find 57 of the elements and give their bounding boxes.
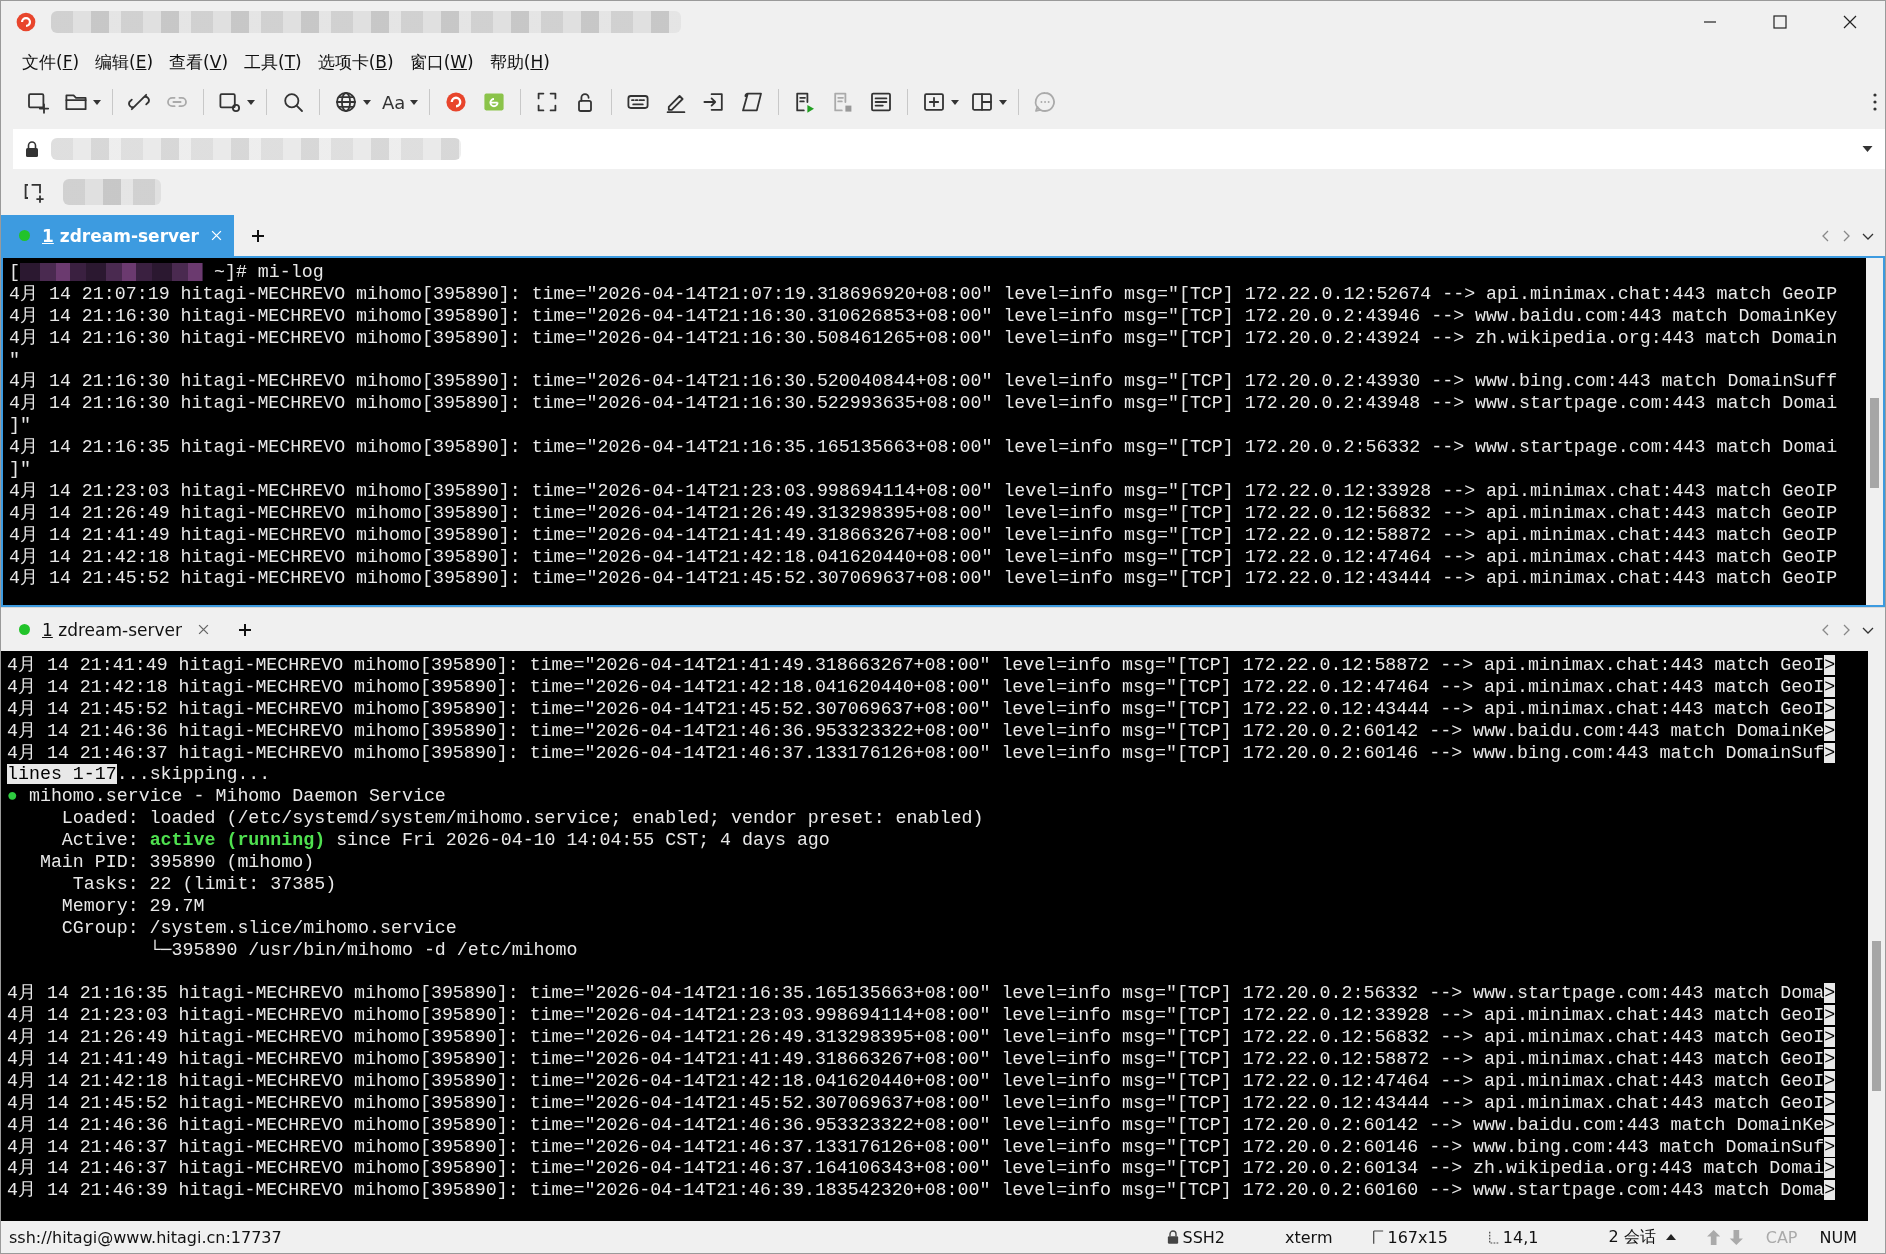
terminal-line: Tasks: 22 (limit: 37385) bbox=[71, 873, 338, 896]
terminal-line: ]" bbox=[9, 459, 32, 481]
key-indicator: NUM bbox=[1819, 1227, 1857, 1247]
terminal-line: 4月 14 21:23:03 hitagi-MECHREVO mihomo[395890]: time="2026-04-14T21:23:03.998694114+08:00" level=info msg="[TCP] 172.22.0.12:33928 --> api.minimax.chat:443 match GeoI> bbox=[7, 1005, 1837, 1028]
terminal-line: 4月 14 21:46:39 hitagi-MECHREVO mihomo[395890]: time="2026-04-14T21:46:39.183542320+08:00" level=info msg="[TCP] 172.20.0.2:60160 --> www.startpage.com:443 match Doma> bbox=[7, 1180, 1837, 1203]
terminal-line: 4月 14 21:46:37 hitagi-MECHREVO mihomo[395890]: time="2026-04-14T21:46:37.133176126+08:00" level=info msg="[TCP] 172.20.0.2:60146 --> www.bing.com:443 match DomainSuf> bbox=[7, 1136, 1837, 1159]
protocol-label: SSH2 bbox=[1182, 1227, 1225, 1247]
menu-item[interactable]: 工具(T) bbox=[237, 47, 309, 77]
terminal-line: 4月 14 21:16:30 hitagi-MECHREVO mihomo[395890]: time="2026-04-14T21:16:30.522993635+08:00" level=info msg="[TCP] 172.20.0.2:43948 --> www.startpage.com:443 match Domai bbox=[9, 393, 1839, 416]
terminal-line: 4月 14 21:26:49 hitagi-MECHREVO mihomo[395890]: time="2026-04-14T21:26:49.313298395+08:00" level=info msg="[TCP] 172.22.0.12:56832 --> api.minimax.chat:443 match GeoI> bbox=[7, 1027, 1837, 1050]
menu-item[interactable]: 文件(F) bbox=[15, 47, 87, 77]
terminal-line: 4月 14 21:41:49 hitagi-MECHREVO mihomo[395890]: time="2026-04-14T21:41:49.318663267+08:00" level=info msg="[TCP] 172.22.0.12:58872 --> api.minimax.chat:443 match GeoI> bbox=[7, 655, 1837, 677]
key-indicator: CAP bbox=[1765, 1227, 1798, 1247]
terminal-line: 4月 14 21:16:30 hitagi-MECHREVO mihomo[395890]: time="2026-04-14T21:16:30.310626853+08:00" level=info msg="[TCP] 172.20.0.2:43946 --> www.baidu.com:443 match DomainKey bbox=[9, 305, 1839, 328]
terminal-line: 4月 14 21:46:37 hitagi-MECHREVO mihomo[395890]: time="2026-04-14T21:46:37.133176126+08:00" level=info msg="[TCP] 172.20.0.2:60146 --> www.bing.com:443 match DomainSuf> bbox=[7, 742, 1837, 765]
menu-item[interactable]: 帮助(H) bbox=[482, 47, 557, 77]
terminal-line: 4月 14 21:45:52 hitagi-MECHREVO mihomo[395890]: time="2026-04-14T21:45:52.307069637+08:00" level=info msg="[TCP] 172.22.0.12:43444 --> api.minimax.chat:443 match GeoI> bbox=[7, 698, 1837, 721]
terminal-line: 4月 14 21:45:52 hitagi-MECHREVO mihomo[395890]: time="2026-04-14T21:45:52.307069637+08:00" level=info msg="[TCP] 172.22.0.12:43444 --> api.minimax.chat:443 match GeoIP bbox=[9, 568, 1839, 591]
menu-item[interactable]: 编辑(E) bbox=[88, 47, 161, 77]
terminal-line: [ ~]# mi-log bbox=[9, 262, 325, 284]
terminal-line: 4月 14 21:46:36 hitagi-MECHREVO mihomo[395890]: time="2026-04-14T21:46:36.953323322+08:00" level=info msg="[TCP] 172.20.0.2:60142 --> www.baidu.com:443 match DomainKe> bbox=[7, 1114, 1837, 1137]
terminal-line: 4月 14 21:46:36 hitagi-MECHREVO mihomo[395890]: time="2026-04-14T21:46:36.953323322+08:00" level=info msg="[TCP] 172.20.0.2:60142 --> www.baidu.com:443 match DomainKe> bbox=[7, 720, 1837, 743]
terminal-line: 4月 14 21:16:35 hitagi-MECHREVO mihomo[395890]: time="2026-04-14T21:16:35.165135663+08:00" level=info msg="[TCP] 172.20.0.2:56332 --> www.startpage.com:443 match Doma> bbox=[7, 983, 1837, 1006]
terminal-line: 4月 14 21:42:18 hitagi-MECHREVO mihomo[395890]: time="2026-04-14T21:42:18.041620440+08:00" level=info msg="[TCP] 172.22.0.12:47464 --> api.minimax.chat:443 match GeoI> bbox=[7, 1070, 1837, 1093]
font-button[interactable]: Aa bbox=[379, 87, 409, 117]
terminal-line: ● mihomo.service - Mihomo Daemon Service bbox=[7, 786, 447, 809]
session-count[interactable]: 2 会话 bbox=[1608, 1226, 1656, 1248]
terminal-line: ]" bbox=[9, 415, 32, 438]
menu-item[interactable]: 查看(V) bbox=[162, 47, 235, 77]
menu-item[interactable]: 选项卡(B) bbox=[310, 47, 401, 77]
session-tab[interactable]: 1 zdream-server bbox=[1, 608, 221, 651]
terminal-line: 4月 14 21:45:52 hitagi-MECHREVO mihomo[395890]: time="2026-04-14T21:45:52.307069637+08:00" level=info msg="[TCP] 172.22.0.12:43444 --> api.minimax.chat:443 match GeoI> bbox=[7, 1092, 1837, 1115]
terminal-line: └─395890 /usr/bin/mihomo -d /etc/mihomo bbox=[148, 939, 579, 962]
terminal-type: xterm bbox=[1285, 1227, 1333, 1247]
terminal-line: 4月 14 21:42:18 hitagi-MECHREVO mihomo[395890]: time="2026-04-14T21:42:18.041620440+08:00" level=info msg="[TCP] 172.22.0.12:47464 --> api.minimax.chat:443 match GeoI> bbox=[7, 676, 1837, 699]
terminal-line: 4月 14 21:46:37 hitagi-MECHREVO mihomo[395890]: time="2026-04-14T21:46:37.164106343+08:00" level=info msg="[TCP] 172.20.0.2:60134 --> zh.wikipedia.org:443 match Domai> bbox=[7, 1158, 1837, 1181]
terminal-line: 4月 14 21:16:30 hitagi-MECHREVO mihomo[395890]: time="2026-04-14T21:16:30.508461265+08:00" level=info msg="[TCP] 172.20.0.2:43924 --> zh.wikipedia.org:443 match Domain bbox=[9, 327, 1839, 350]
connection-address: ssh://hitagi@www.hitagi.cn:17737 bbox=[9, 1227, 282, 1247]
terminal-line: 4月 14 21:41:49 hitagi-MECHREVO mihomo[395890]: time="2026-04-14T21:41:49.318663267+08:00" level=info msg="[TCP] 172.22.0.12:58872 --> api.minimax.chat:443 match GeoIP bbox=[9, 524, 1839, 547]
terminal-line: Loaded: loaded (/etc/systemd/system/mihomo.service; enabled; vendor preset: enabled) bbox=[60, 808, 985, 831]
terminal-line: " bbox=[9, 349, 21, 372]
terminal-line: Main PID: 395890 (mihomo) bbox=[38, 852, 316, 874]
terminal-line: CGroup: /system.slice/mihomo.service bbox=[60, 917, 458, 939]
menu-item[interactable]: 窗口(W) bbox=[402, 47, 481, 77]
terminal-line: Active: active (running) since Fri 2026-04-10 14:04:55 CST; 4 days ago bbox=[60, 830, 831, 852]
terminal-line: 4月 14 21:16:30 hitagi-MECHREVO mihomo[395890]: time="2026-04-14T21:16:30.520040844+08:00" level=info msg="[TCP] 172.20.0.2:43930 --> www.bing.com:443 match DomainSuff bbox=[9, 371, 1839, 394]
terminal-line: 4月 14 21:26:49 hitagi-MECHREVO mihomo[395890]: time="2026-04-14T21:26:49.313298395+08:00" level=info msg="[TCP] 172.22.0.12:56832 --> api.minimax.chat:443 match GeoIP bbox=[9, 502, 1839, 525]
terminal-size: 167x15 bbox=[1387, 1227, 1448, 1247]
terminal-line: 4月 14 21:41:49 hitagi-MECHREVO mihomo[395890]: time="2026-04-14T21:41:49.318663267+08:00" level=info msg="[TCP] 172.22.0.12:58872 --> api.minimax.chat:443 match GeoI> bbox=[7, 1049, 1837, 1071]
tab-label[interactable]: 1 zdream-server bbox=[42, 619, 182, 640]
terminal-line: 4月 14 21:07:19 hitagi-MECHREVO mihomo[395890]: time="2026-04-14T21:07:19.318696920+08:00" level=info msg="[TCP] 172.22.0.12:52674 --> api.minimax.chat:443 match GeoIP bbox=[9, 283, 1839, 306]
terminal-line: lines 1-17...skipping... bbox=[7, 764, 272, 787]
terminal-line: 4月 14 21:23:03 hitagi-MECHREVO mihomo[395890]: time="2026-04-14T21:23:03.998694114+08:00" level=info msg="[TCP] 172.22.0.12:33928 --> api.minimax.chat:443 match GeoIP bbox=[9, 480, 1839, 503]
terminal-line: Memory: 29.7M bbox=[60, 895, 206, 918]
terminal-line: 4月 14 21:42:18 hitagi-MECHREVO mihomo[395890]: time="2026-04-14T21:42:18.041620440+08:00" level=info msg="[TCP] 172.22.0.12:47464 --> api.minimax.chat:443 match GeoIP bbox=[9, 546, 1839, 569]
terminal-line: 4月 14 21:16:35 hitagi-MECHREVO mihomo[395890]: time="2026-04-14T21:16:35.165135663+08:00" level=info msg="[TCP] 172.20.0.2:56332 --> www.startpage.com:443 match Domai bbox=[9, 437, 1839, 459]
cursor-position: 14,1 bbox=[1502, 1227, 1539, 1247]
